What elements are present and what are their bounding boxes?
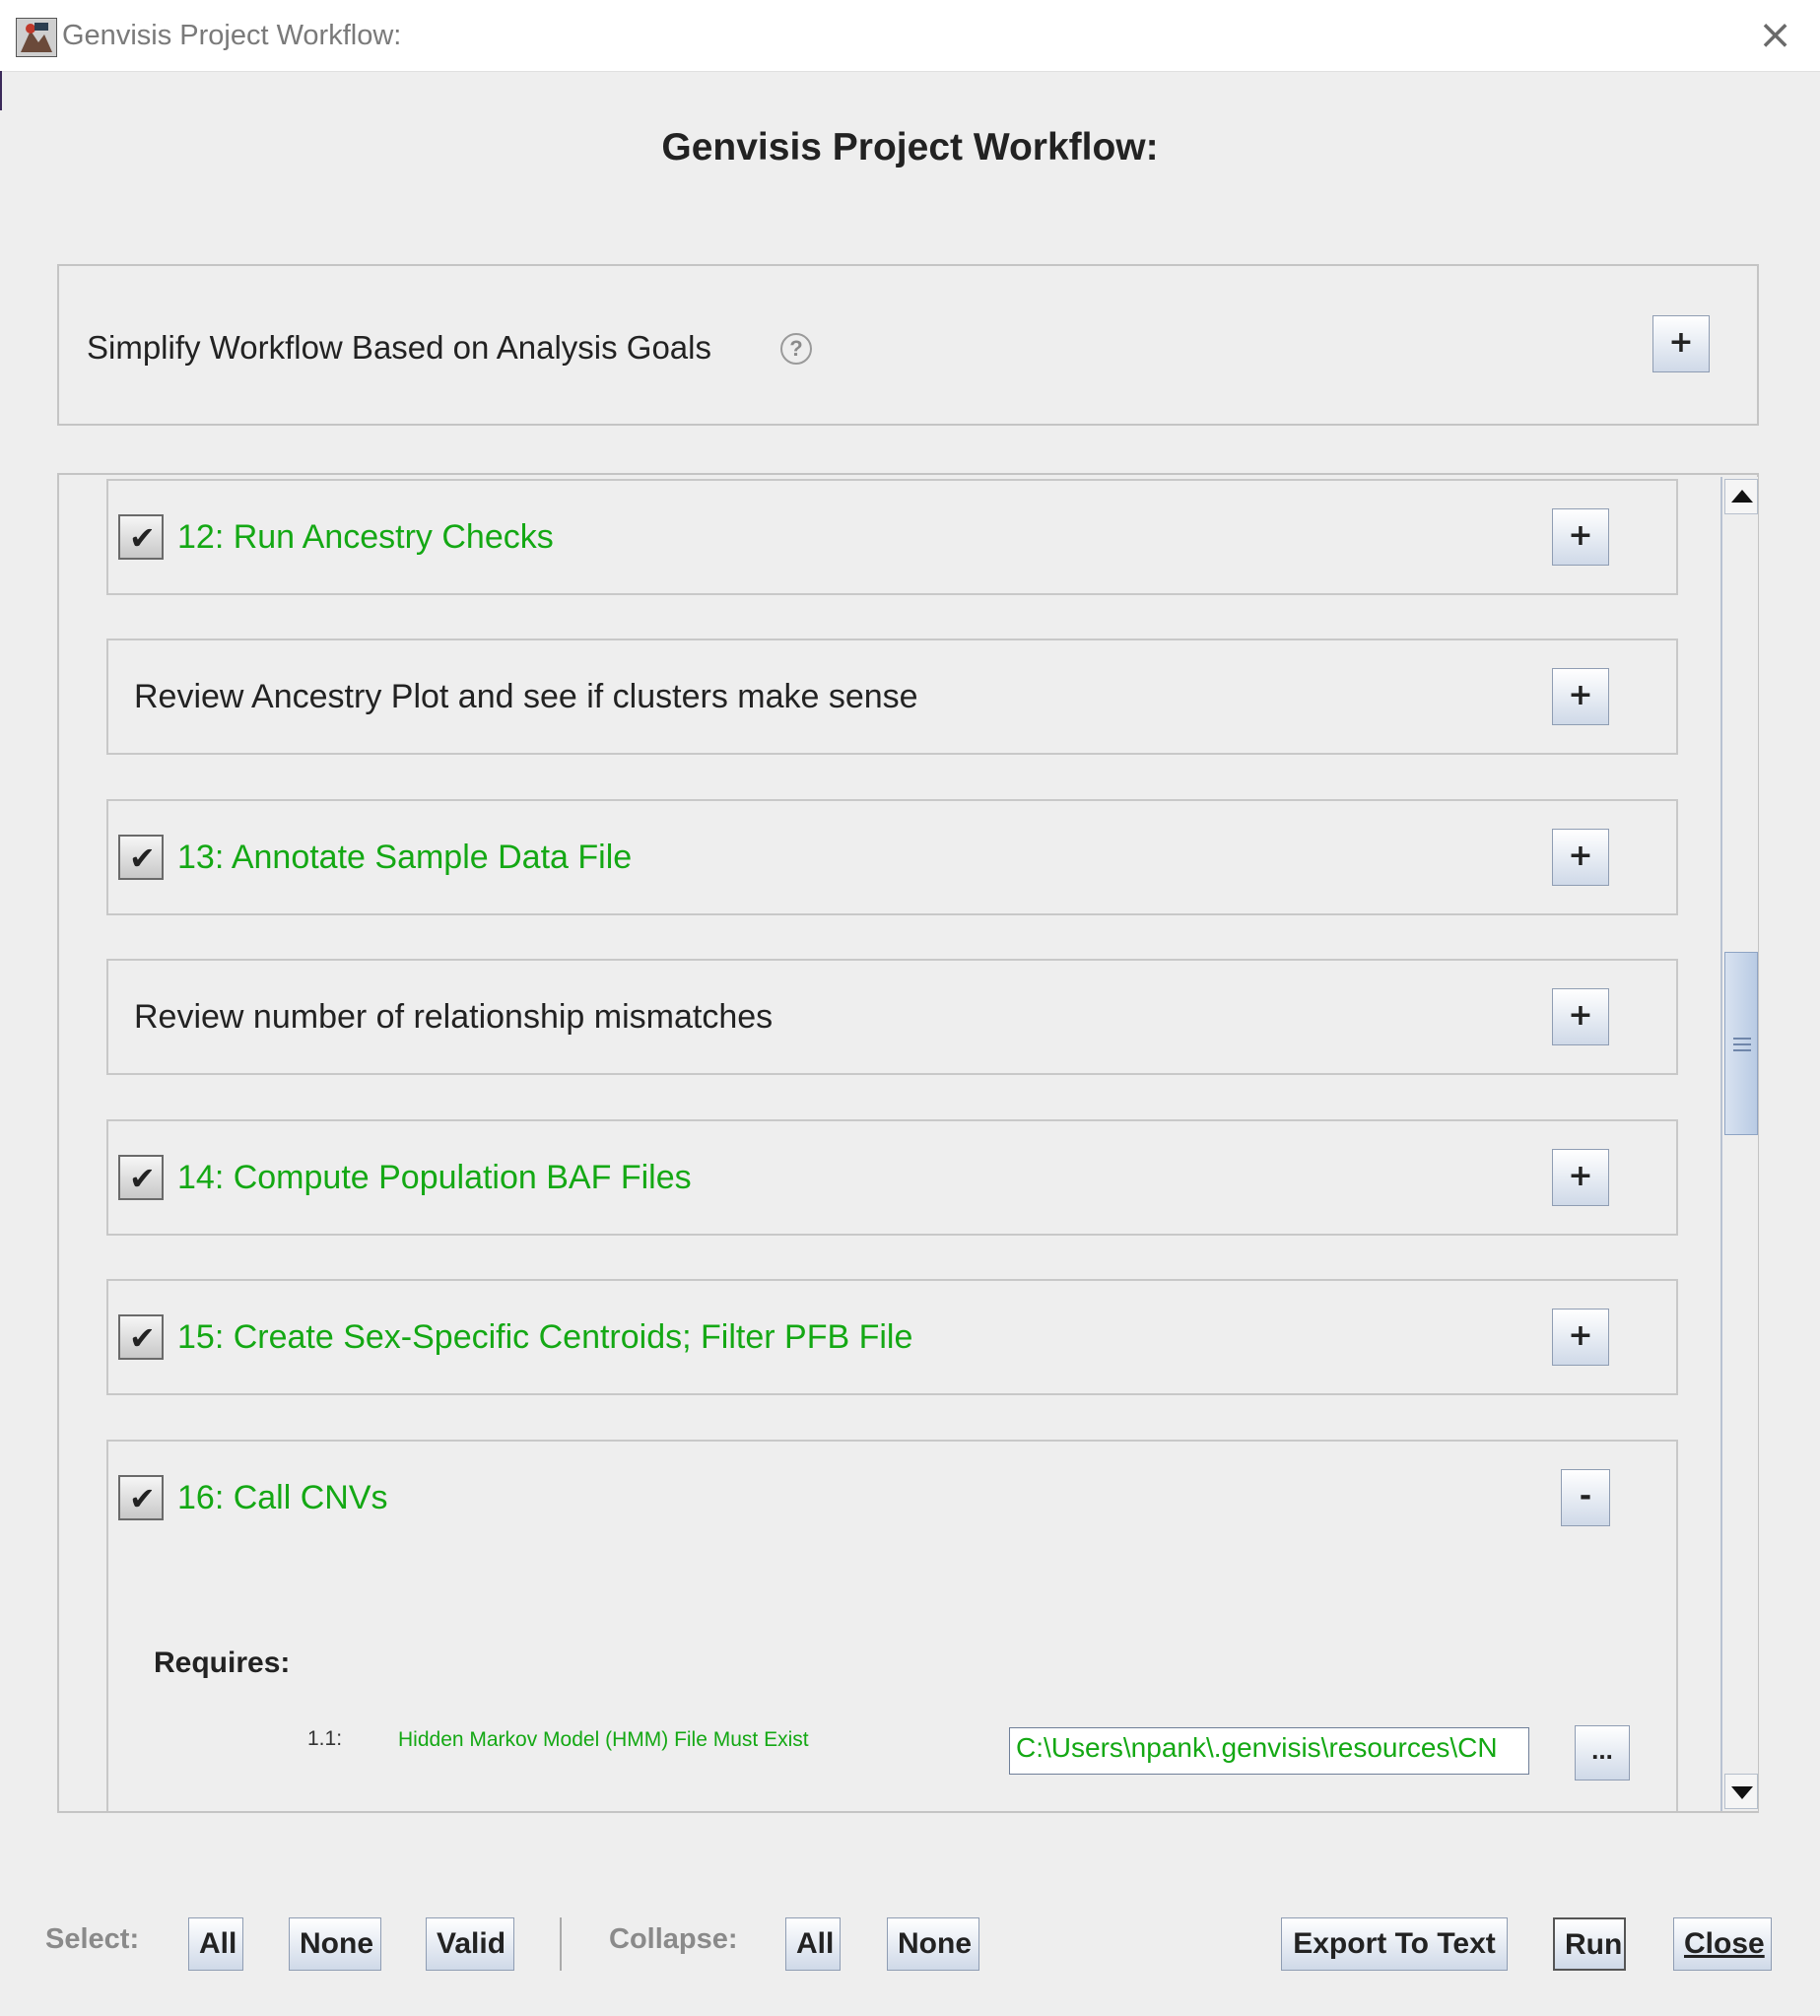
toolbar-separator [560,1917,562,1971]
workflow-steps-panel: ✔ 12: Run Ancestry Checks + Review Ances… [57,473,1759,1813]
step-15-checkbox[interactable]: ✔ [118,1314,164,1360]
review-ancestry-label: Review Ancestry Plot and see if clusters… [134,678,918,715]
check-icon: ✔ [129,1160,156,1197]
help-icon[interactable]: ? [780,333,812,365]
step-16-checkbox[interactable]: ✔ [118,1475,164,1520]
arrow-down-icon [1731,1786,1753,1799]
step-16-panel: ✔ 16: Call CNVs - Requires: 1.1: Hidden … [106,1440,1678,1811]
select-valid-button[interactable]: Valid [426,1917,514,1971]
collapse-label: Collapse: [609,1923,738,1955]
step-14-checkbox[interactable]: ✔ [118,1155,164,1200]
requires-heading: Requires: [154,1646,291,1679]
window-edge [0,71,2,110]
analysis-goals-label: Simplify Workflow Based on Analysis Goal… [87,329,711,366]
step-13-panel: ✔ 13: Annotate Sample Data File + [106,799,1678,915]
review-ancestry-panel: Review Ancestry Plot and see if clusters… [106,638,1678,755]
review-relationship-expand-button[interactable]: + [1552,988,1609,1045]
step-14-expand-button[interactable]: + [1552,1149,1609,1206]
step-14-panel: ✔ 14: Compute Population BAF Files + [106,1119,1678,1236]
title-bar: Genvisis Project Workflow: × [0,0,1820,72]
step-12-label: 12: Run Ancestry Checks [177,518,554,556]
select-none-button[interactable]: None [289,1917,381,1971]
step-12-expand-button[interactable]: + [1552,508,1609,566]
check-icon: ✔ [129,1319,156,1357]
grip-line [1733,1043,1751,1045]
scroll-up-button[interactable] [1724,479,1758,514]
app-icon [16,18,57,57]
check-icon: ✔ [129,519,156,557]
step-15-label: 15: Create Sex-Specific Centroids; Filte… [177,1318,913,1356]
vertical-scrollbar[interactable] [1720,477,1758,1811]
requirement-number: 1.1: [307,1727,343,1750]
export-to-text-button[interactable]: Export To Text [1281,1917,1508,1971]
collapse-none-button[interactable]: None [887,1917,979,1971]
grip-line [1733,1038,1751,1040]
close-button[interactable]: Close [1673,1917,1772,1971]
window-close-button[interactable]: × [1758,12,1792,57]
window-title: Genvisis Project Workflow: [62,20,402,51]
run-button[interactable]: Run [1553,1917,1626,1971]
step-13-label: 13: Annotate Sample Data File [177,839,633,876]
step-13-expand-button[interactable]: + [1552,829,1609,886]
page-title: Genvisis Project Workflow: [661,126,1159,168]
collapse-all-button[interactable]: All [785,1917,841,1971]
select-all-button[interactable]: All [188,1917,243,1971]
step-12-panel: ✔ 12: Run Ancestry Checks + [106,479,1678,595]
select-label: Select: [45,1923,140,1955]
step-16-label: 16: Call CNVs [177,1479,388,1516]
check-icon: ✔ [129,1480,156,1517]
review-ancestry-expand-button[interactable]: + [1552,668,1609,725]
analysis-goals-panel: Simplify Workflow Based on Analysis Goal… [57,264,1759,426]
scroll-down-button[interactable] [1724,1774,1758,1809]
step-13-checkbox[interactable]: ✔ [118,835,164,880]
goals-expand-button[interactable]: + [1652,315,1710,372]
step-15-expand-button[interactable]: + [1552,1309,1609,1366]
arrow-up-icon [1731,490,1753,503]
review-relationship-label: Review number of relationship mismatches [134,998,774,1036]
review-relationship-panel: Review number of relationship mismatches… [106,959,1678,1075]
requirement-description: Hidden Markov Model (HMM) File Must Exis… [398,1728,809,1751]
step-16-collapse-button[interactable]: - [1561,1469,1610,1526]
step-12-checkbox[interactable]: ✔ [118,514,164,560]
grip-line [1733,1049,1751,1051]
step-15-panel: ✔ 15: Create Sex-Specific Centroids; Fil… [106,1279,1678,1395]
browse-button[interactable]: ... [1575,1725,1630,1781]
check-icon: ✔ [129,840,156,877]
scroll-thumb[interactable] [1724,952,1758,1135]
step-14-label: 14: Compute Population BAF Files [177,1159,692,1196]
hmm-file-path-field[interactable]: C:\Users\npank\.genvisis\resources\CN [1009,1727,1529,1775]
